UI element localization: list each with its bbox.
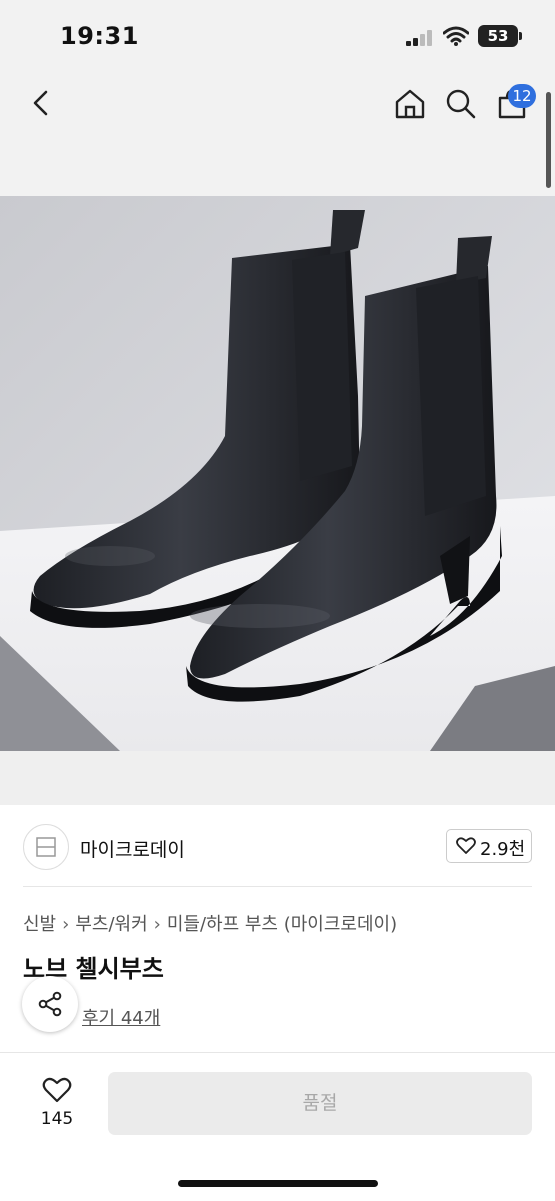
boots-illustration <box>0 196 555 751</box>
heart-icon <box>456 837 476 854</box>
scroll-indicator <box>546 92 551 188</box>
home-icon[interactable] <box>393 87 427 121</box>
share-icon <box>38 991 62 1017</box>
heart-icon[interactable] <box>42 1077 72 1104</box>
home-indicator <box>178 1180 378 1187</box>
cellular-signal-icon <box>406 30 432 46</box>
brand-row[interactable]: 마이크로데이 2.9천 <box>0 805 555 887</box>
brand-like-count: 2.9천 <box>480 839 526 860</box>
battery-indicator: 53 <box>478 25 518 47</box>
status-bar: 19:31 53 <box>0 0 555 70</box>
search-icon[interactable] <box>445 87 477 121</box>
image-gallery-strip <box>0 751 555 805</box>
chevron-left-icon[interactable] <box>28 88 52 118</box>
chevron-right-icon: › <box>62 914 70 935</box>
brand-like-button[interactable]: 2.9천 <box>446 829 532 863</box>
brand-logo[interactable] <box>23 824 69 870</box>
bottom-action-bar: 145 품절 <box>0 1052 555 1201</box>
cart-count-badge: 12 <box>508 84 536 108</box>
brand-mark-icon <box>36 837 56 857</box>
breadcrumb: 신발 › 부츠/워커 › 미들/하프 부츠 (마이크로데이) <box>23 910 397 936</box>
chevron-right-icon: › <box>153 914 161 935</box>
divider <box>23 886 532 887</box>
share-button[interactable] <box>22 976 78 1032</box>
nav-bar <box>0 70 555 196</box>
battery-cap <box>519 32 522 40</box>
sold-out-button[interactable]: 품절 <box>108 1072 532 1135</box>
review-link[interactable]: 후기 44개 <box>82 1004 160 1030</box>
brand-name[interactable]: 마이크로데이 <box>80 835 185 862</box>
product-image[interactable] <box>0 196 555 751</box>
breadcrumb-item-category[interactable]: 신발 <box>23 910 56 936</box>
breadcrumb-item-current[interactable]: 미들/하프 부츠 (마이크로데이) <box>167 910 397 936</box>
breadcrumb-item-subcategory[interactable]: 부츠/워커 <box>75 910 147 936</box>
wishlist-count: 145 <box>40 1109 74 1129</box>
status-time: 19:31 <box>60 22 139 50</box>
wifi-icon <box>443 26 469 46</box>
